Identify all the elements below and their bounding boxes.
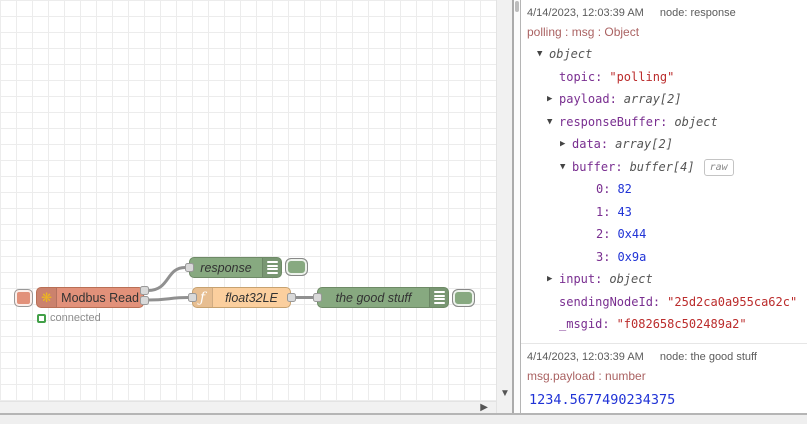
canvas-horizontal-scrollbar[interactable]: ▶	[0, 401, 496, 413]
expand-arrow-icon[interactable]: ▶	[547, 268, 559, 291]
node-label: float32LE	[225, 290, 278, 305]
tree-row: ▶ input: object	[527, 268, 801, 291]
modbus-node-button[interactable]	[14, 289, 33, 307]
node-label: response	[200, 260, 252, 275]
message-timestamp: 4/14/2023, 12:03:39 AM	[527, 350, 644, 363]
float32-output-port[interactable]	[286, 293, 296, 302]
debug-message: 4/14/2023, 12:03:39 AM node: the good st…	[521, 344, 807, 414]
goodstuff-debug-toggle-button[interactable]	[452, 289, 475, 307]
goodstuff-input-port[interactable]	[312, 293, 322, 302]
tree-row: ▶ payload: array[2]	[527, 88, 801, 111]
wire-modbus-to-float32[interactable]	[146, 296, 190, 302]
node-label: Modbus Read	[61, 290, 139, 305]
debug-message: 4/14/2023, 12:03:39 AM node: response po…	[521, 0, 807, 344]
wire-layer	[146, 266, 316, 302]
scroll-down-arrow-icon[interactable]: ▼	[499, 388, 511, 399]
expand-arrow-icon[interactable]: ▶	[560, 133, 572, 156]
node-modbus-read[interactable]: ❋ Modbus Read	[36, 287, 144, 308]
debug-sidebar: 4/14/2023, 12:03:39 AM node: response po…	[521, 0, 807, 413]
tree-row: 1: 43	[596, 204, 632, 219]
modbus-status: connected	[37, 312, 101, 324]
status-label: connected	[50, 312, 101, 324]
connected-status-icon	[37, 313, 46, 323]
modbus-output-port-1[interactable]	[139, 285, 149, 295]
window-bottom-edge	[0, 413, 807, 424]
tree-row: ▼ responseBuffer: object	[527, 111, 801, 134]
collapse-arrow-icon[interactable]: ▼	[547, 111, 559, 134]
expand-arrow-icon[interactable]: ▶	[547, 88, 559, 111]
tree-row: 3: 0x9a	[596, 249, 647, 264]
tree-row: ▼ object	[527, 43, 801, 66]
message-source-node: node: the good stuff	[659, 350, 757, 363]
tree-row: _msgid: "f082658c502489a2"	[559, 317, 747, 331]
tree-row: ▼ buffer: buffer[4] raw	[527, 156, 801, 179]
debug-message-meta: 4/14/2023, 12:03:39 AM node: the good st…	[527, 349, 801, 366]
modbus-output-port-2[interactable]	[139, 295, 149, 305]
object-tree: ▼ object topic: "polling" ▶ payload: array[2…	[527, 43, 801, 336]
message-path: msg.payload : number	[527, 368, 646, 383]
tree-row: 0: 82	[596, 182, 632, 196]
debug-message-meta: 4/14/2023, 12:03:39 AM node: response	[527, 5, 801, 22]
tree-row: sendingNodeId: "25d2ca0a955ca62c"	[559, 294, 798, 309]
message-source-node: node: response	[659, 7, 736, 19]
tree-row: 2: 0x44	[596, 227, 647, 241]
debug-output-icon	[262, 258, 281, 277]
tree-row: topic: "polling"	[559, 69, 675, 84]
node-response[interactable]: response	[189, 257, 282, 278]
modbus-gear-icon: ❋	[41, 290, 53, 305]
node-red-window: ❋ Modbus Read connected response ƒ float…	[0, 0, 807, 424]
node-float32le[interactable]: ƒ float32LE	[192, 287, 291, 308]
message-timestamp: 4/14/2023, 12:03:39 AM	[527, 7, 644, 19]
modbus-icon-box: ❋	[37, 288, 58, 307]
raw-toggle-button[interactable]: raw	[703, 158, 734, 176]
float32-input-port[interactable]	[187, 293, 197, 302]
canvas-vertical-scrollbar[interactable]: ▼	[496, 0, 512, 413]
tree-row: ▶ data: array[2]	[527, 133, 801, 156]
flow-canvas[interactable]: ❋ Modbus Read connected response ƒ float…	[0, 0, 496, 401]
node-label: the good stuff	[335, 290, 412, 305]
sidebar-scrollbar-thumb[interactable]	[515, 1, 519, 12]
wire-modbus-to-response[interactable]	[146, 266, 187, 292]
function-icon: ƒ	[199, 289, 206, 306]
debug-output-icon	[429, 288, 448, 307]
response-debug-toggle-button[interactable]	[285, 258, 308, 276]
message-path: polling : msg : Object	[527, 25, 640, 39]
message-number-value: 1234.5677490234375	[529, 391, 676, 408]
response-input-port[interactable]	[184, 263, 194, 272]
collapse-arrow-icon[interactable]: ▼	[560, 156, 572, 179]
collapse-arrow-icon[interactable]: ▼	[537, 43, 549, 66]
node-good-stuff[interactable]: the good stuff	[317, 287, 449, 308]
